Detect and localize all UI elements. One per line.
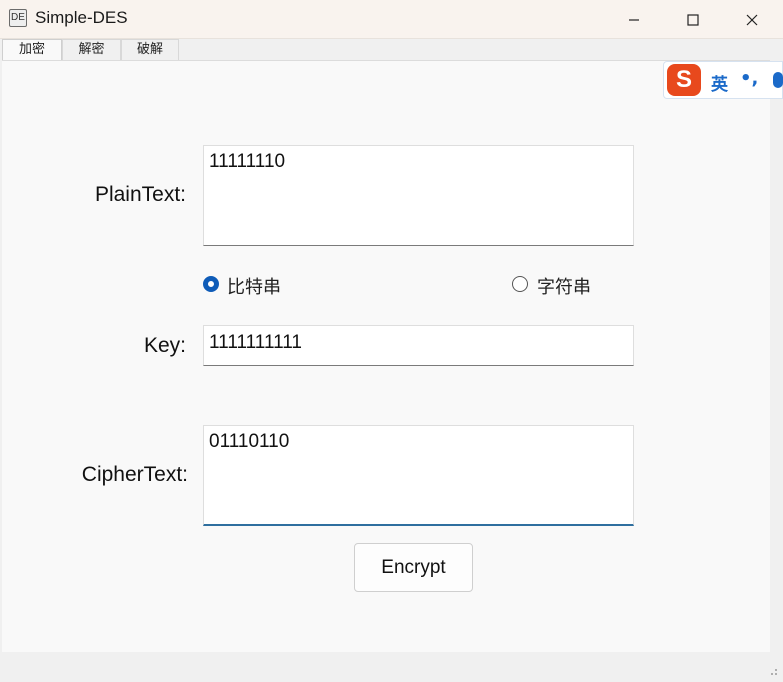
tab-bar: 加密 解密 破解	[0, 39, 783, 61]
plaintext-label: PlainText:	[94, 183, 186, 206]
sogou-logo-icon[interactable]: S	[667, 64, 701, 96]
close-icon	[746, 14, 758, 25]
microphone-icon[interactable]	[773, 72, 783, 88]
maximize-button[interactable]	[670, 0, 716, 38]
string-radio-label[interactable]: 字符串	[537, 273, 591, 299]
key-field[interactable]: 1111111111	[203, 325, 634, 366]
status-bar	[0, 652, 783, 682]
encrypt-button[interactable]: Encrypt	[354, 543, 473, 592]
title-bar[interactable]: DE Simple-DES	[0, 0, 783, 39]
app-icon: DE	[9, 9, 27, 27]
minimize-button[interactable]	[611, 0, 657, 38]
plaintext-field[interactable]: 11111110	[203, 145, 634, 246]
bitstring-radio[interactable]	[203, 276, 219, 292]
ciphertext-field[interactable]: 01110110	[203, 425, 634, 526]
ime-language-toggle[interactable]: 英	[711, 70, 728, 95]
key-label: Key:	[143, 334, 186, 357]
string-radio[interactable]	[512, 276, 528, 292]
bitstring-radio-label[interactable]: 比特串	[227, 273, 281, 299]
window-title: Simple-DES	[35, 8, 128, 27]
tab-crack[interactable]: 破解	[121, 39, 179, 61]
ciphertext-label: CipherText:	[81, 463, 188, 486]
maximize-icon	[687, 13, 699, 26]
minimize-icon	[629, 18, 639, 21]
ime-punctuation-toggle[interactable]: •,	[740, 68, 758, 89]
close-button[interactable]	[729, 0, 775, 38]
ime-toolbar[interactable]: S 英 •,	[663, 61, 783, 99]
tab-decrypt[interactable]: 解密	[62, 39, 121, 61]
app-window: DE Simple-DES 加密 解密 破解 PlainText: 111111…	[0, 0, 783, 682]
tab-encrypt[interactable]: 加密	[2, 39, 62, 61]
resize-grip-icon[interactable]	[766, 664, 778, 676]
